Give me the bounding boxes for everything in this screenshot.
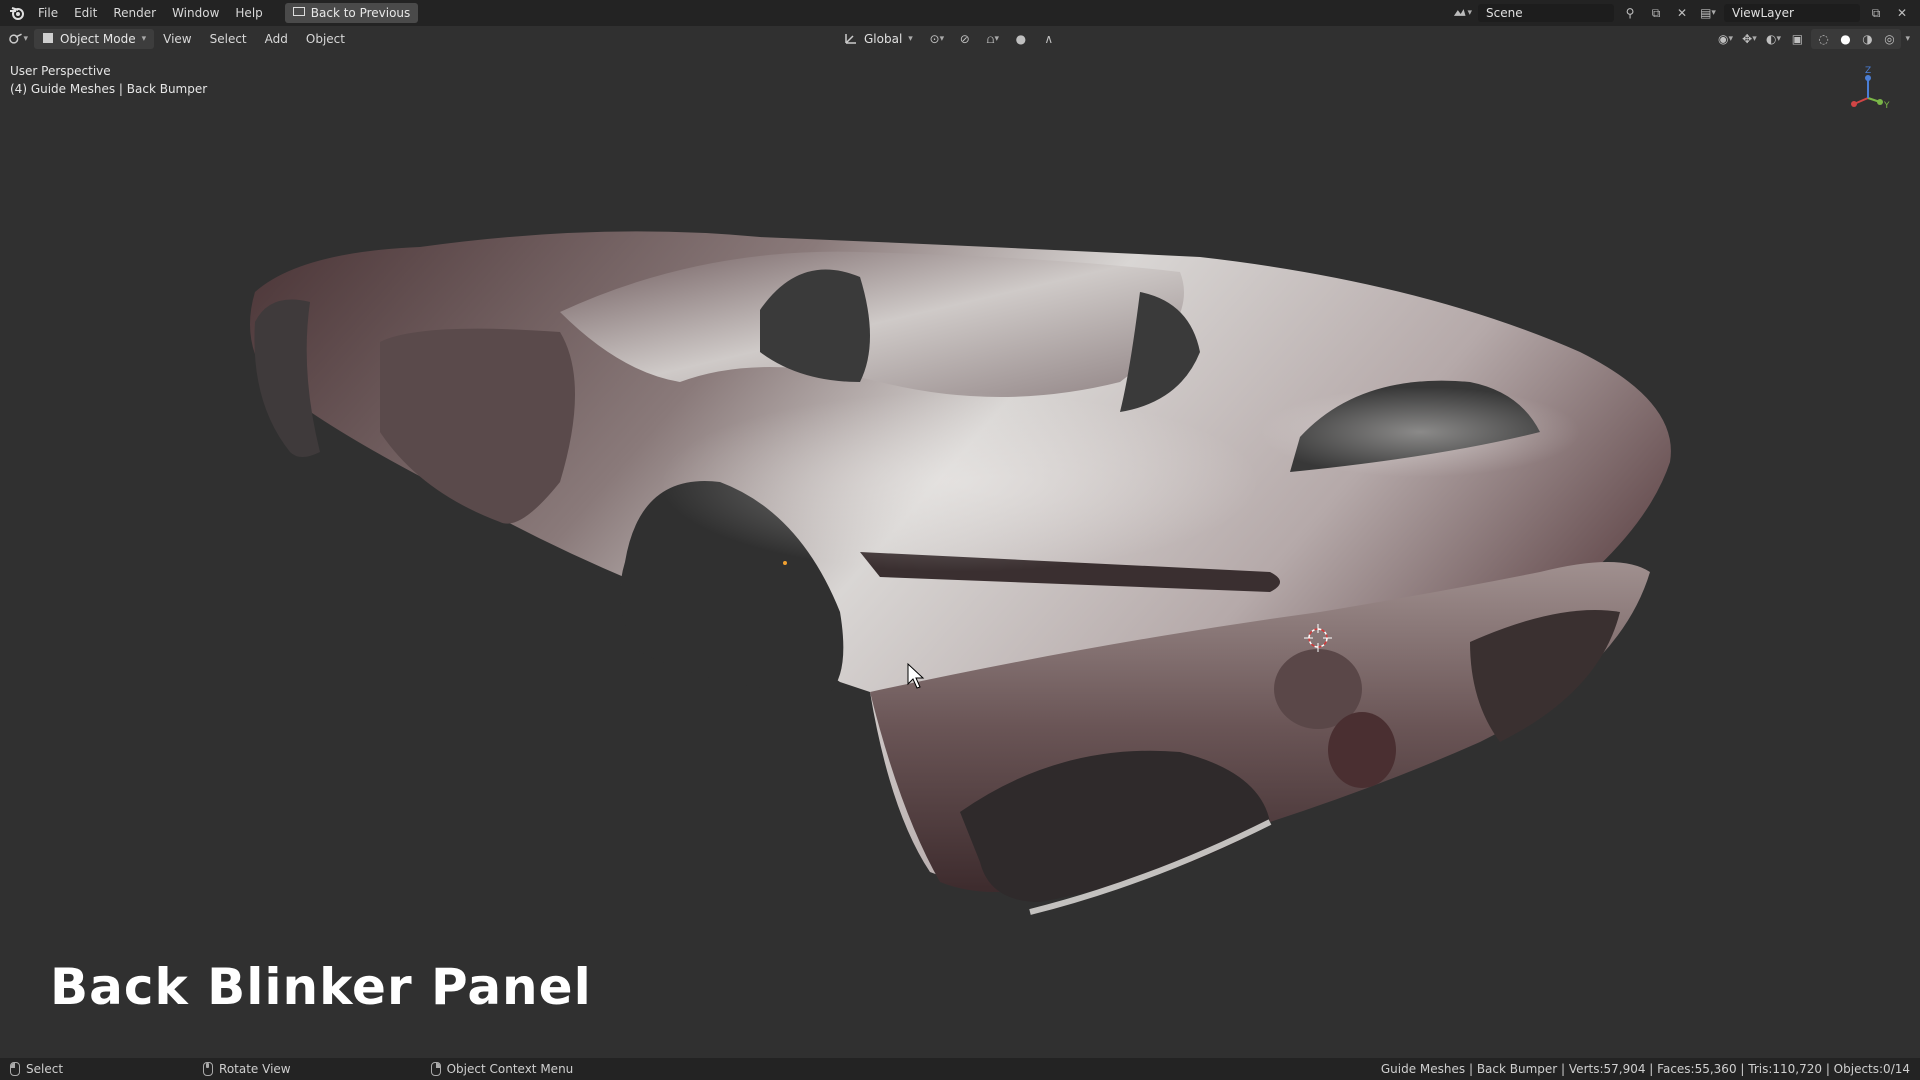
scene-statistics: Guide Meshes | Back Bumper | Verts:57,90… [1380, 1062, 1910, 1076]
right-mouse-icon [430, 1062, 441, 1076]
chevron-down-icon: ▾ [908, 34, 913, 44]
wireframe-shading-icon[interactable]: ◌ [1813, 30, 1833, 48]
gizmo-icon[interactable]: ✥ ▾ [1739, 30, 1759, 48]
scene-browse-icon[interactable]: ▾ [1452, 4, 1472, 22]
new-view-layer-icon[interactable]: ⧉ [1866, 4, 1886, 22]
rendered-shading-icon[interactable]: ◎ [1879, 30, 1899, 48]
overlays-icon[interactable]: ◐ ▾ [1763, 30, 1783, 48]
material-shading-icon[interactable]: ◑ [1857, 30, 1877, 48]
menu-window[interactable]: Window [164, 0, 227, 26]
menu-render[interactable]: Render [105, 0, 164, 26]
gizmo-z-label: Z [1865, 66, 1871, 76]
chevron-down-icon: ▾ [141, 34, 147, 44]
navigation-gizmo[interactable]: Y Z [1851, 66, 1890, 111]
proportional-edit-icon[interactable]: ● [1011, 30, 1031, 48]
editor-type-icon[interactable]: ▾ [8, 30, 28, 48]
viewport-info: User Perspective (4) Guide Meshes | Back… [10, 62, 207, 98]
video-caption: Back Blinker Panel [50, 958, 592, 1016]
scene-name: Scene [1486, 6, 1523, 20]
menu-select[interactable]: Select [201, 26, 256, 52]
transform-orientation-select[interactable]: Global ▾ [838, 29, 919, 49]
view-layer-field[interactable]: ViewLayer [1724, 4, 1860, 22]
blender-logo-icon[interactable] [8, 4, 26, 22]
menu-file[interactable]: File [30, 0, 66, 26]
middle-mouse-icon [203, 1062, 214, 1076]
status-rotate-hint: Rotate View [203, 1062, 291, 1076]
status-select-label: Select [26, 1062, 64, 1076]
back-to-previous-label: Back to Previous [310, 6, 411, 20]
pivot-point-icon[interactable]: ⊙ ▾ [927, 30, 947, 48]
gizmo-y-label: Y [1883, 101, 1890, 111]
shading-options-chevron-icon[interactable]: ▾ [1905, 34, 1910, 44]
close-scene-icon[interactable]: ✕ [1672, 4, 1692, 22]
visibility-icon[interactable]: ◉ ▾ [1715, 30, 1735, 48]
close-view-layer-icon[interactable]: ✕ [1892, 4, 1912, 22]
object-mode-label: Object Mode [60, 32, 136, 46]
status-context-hint: Object Context Menu [430, 1062, 574, 1076]
object-mode-icon [42, 32, 54, 47]
menu-edit[interactable]: Edit [66, 0, 105, 26]
back-to-previous-button[interactable]: Back to Previous [284, 3, 419, 23]
status-bar: Select Rotate View Object Context Menu G… [0, 1058, 1920, 1080]
viewport-context: (4) Guide Meshes | Back Bumper [10, 82, 208, 96]
left-mouse-icon [10, 1062, 20, 1076]
falloff-icon[interactable]: ∧ [1039, 30, 1059, 48]
status-rotate-label: Rotate View [219, 1062, 291, 1076]
new-scene-icon[interactable]: ⧉ [1646, 4, 1666, 22]
object-origin-marker [783, 561, 787, 565]
status-select-hint: Select [10, 1062, 63, 1076]
menu-object[interactable]: Object [297, 26, 354, 52]
orientation-label: Global [864, 32, 903, 46]
view-layer-browse-icon[interactable]: ▤ ▾ [1698, 4, 1718, 22]
object-mode-select[interactable]: Object Mode ▾ [34, 29, 155, 49]
screen-icon [292, 6, 305, 20]
menu-help[interactable]: Help [227, 0, 270, 26]
transform-tools: Global ▾ ⊙ ▾ ⊘ ⩍ ▾ ● ∧ [838, 26, 1059, 52]
top-bar: File Edit Render Window Help Back to Pre… [0, 0, 1920, 26]
status-context-label: Object Context Menu [446, 1062, 574, 1076]
orientation-icon [844, 31, 858, 48]
shading-modes: ◌ ● ◑ ◎ [1811, 29, 1902, 49]
scene-field[interactable]: Scene [1478, 4, 1614, 22]
viewport-display-tools: ◉ ▾ ✥ ▾ ◐ ▾ ▣ ◌ ● ◑ ◎ ▾ [1715, 26, 1910, 52]
xray-toggle-icon[interactable]: ▣ [1787, 30, 1807, 48]
menu-add[interactable]: Add [256, 26, 297, 52]
menu-view[interactable]: View [154, 26, 200, 52]
solid-shading-icon[interactable]: ● [1835, 30, 1855, 48]
pin-icon[interactable]: ⚲ [1620, 4, 1640, 22]
viewport-canvas[interactable]: Y Z [0, 52, 1920, 1058]
top-right-controls: ▾ Scene ⚲ ⧉ ✕ ▤ ▾ ViewLayer ⧉ ✕ [1452, 0, 1912, 26]
viewport-perspective: User Perspective [10, 64, 111, 78]
snap-element-icon[interactable]: ⩍ ▾ [983, 30, 1003, 48]
snap-toggle-icon[interactable]: ⊘ [955, 30, 975, 48]
view-layer-name: ViewLayer [1732, 6, 1794, 20]
car-model[interactable] [250, 231, 1671, 915]
